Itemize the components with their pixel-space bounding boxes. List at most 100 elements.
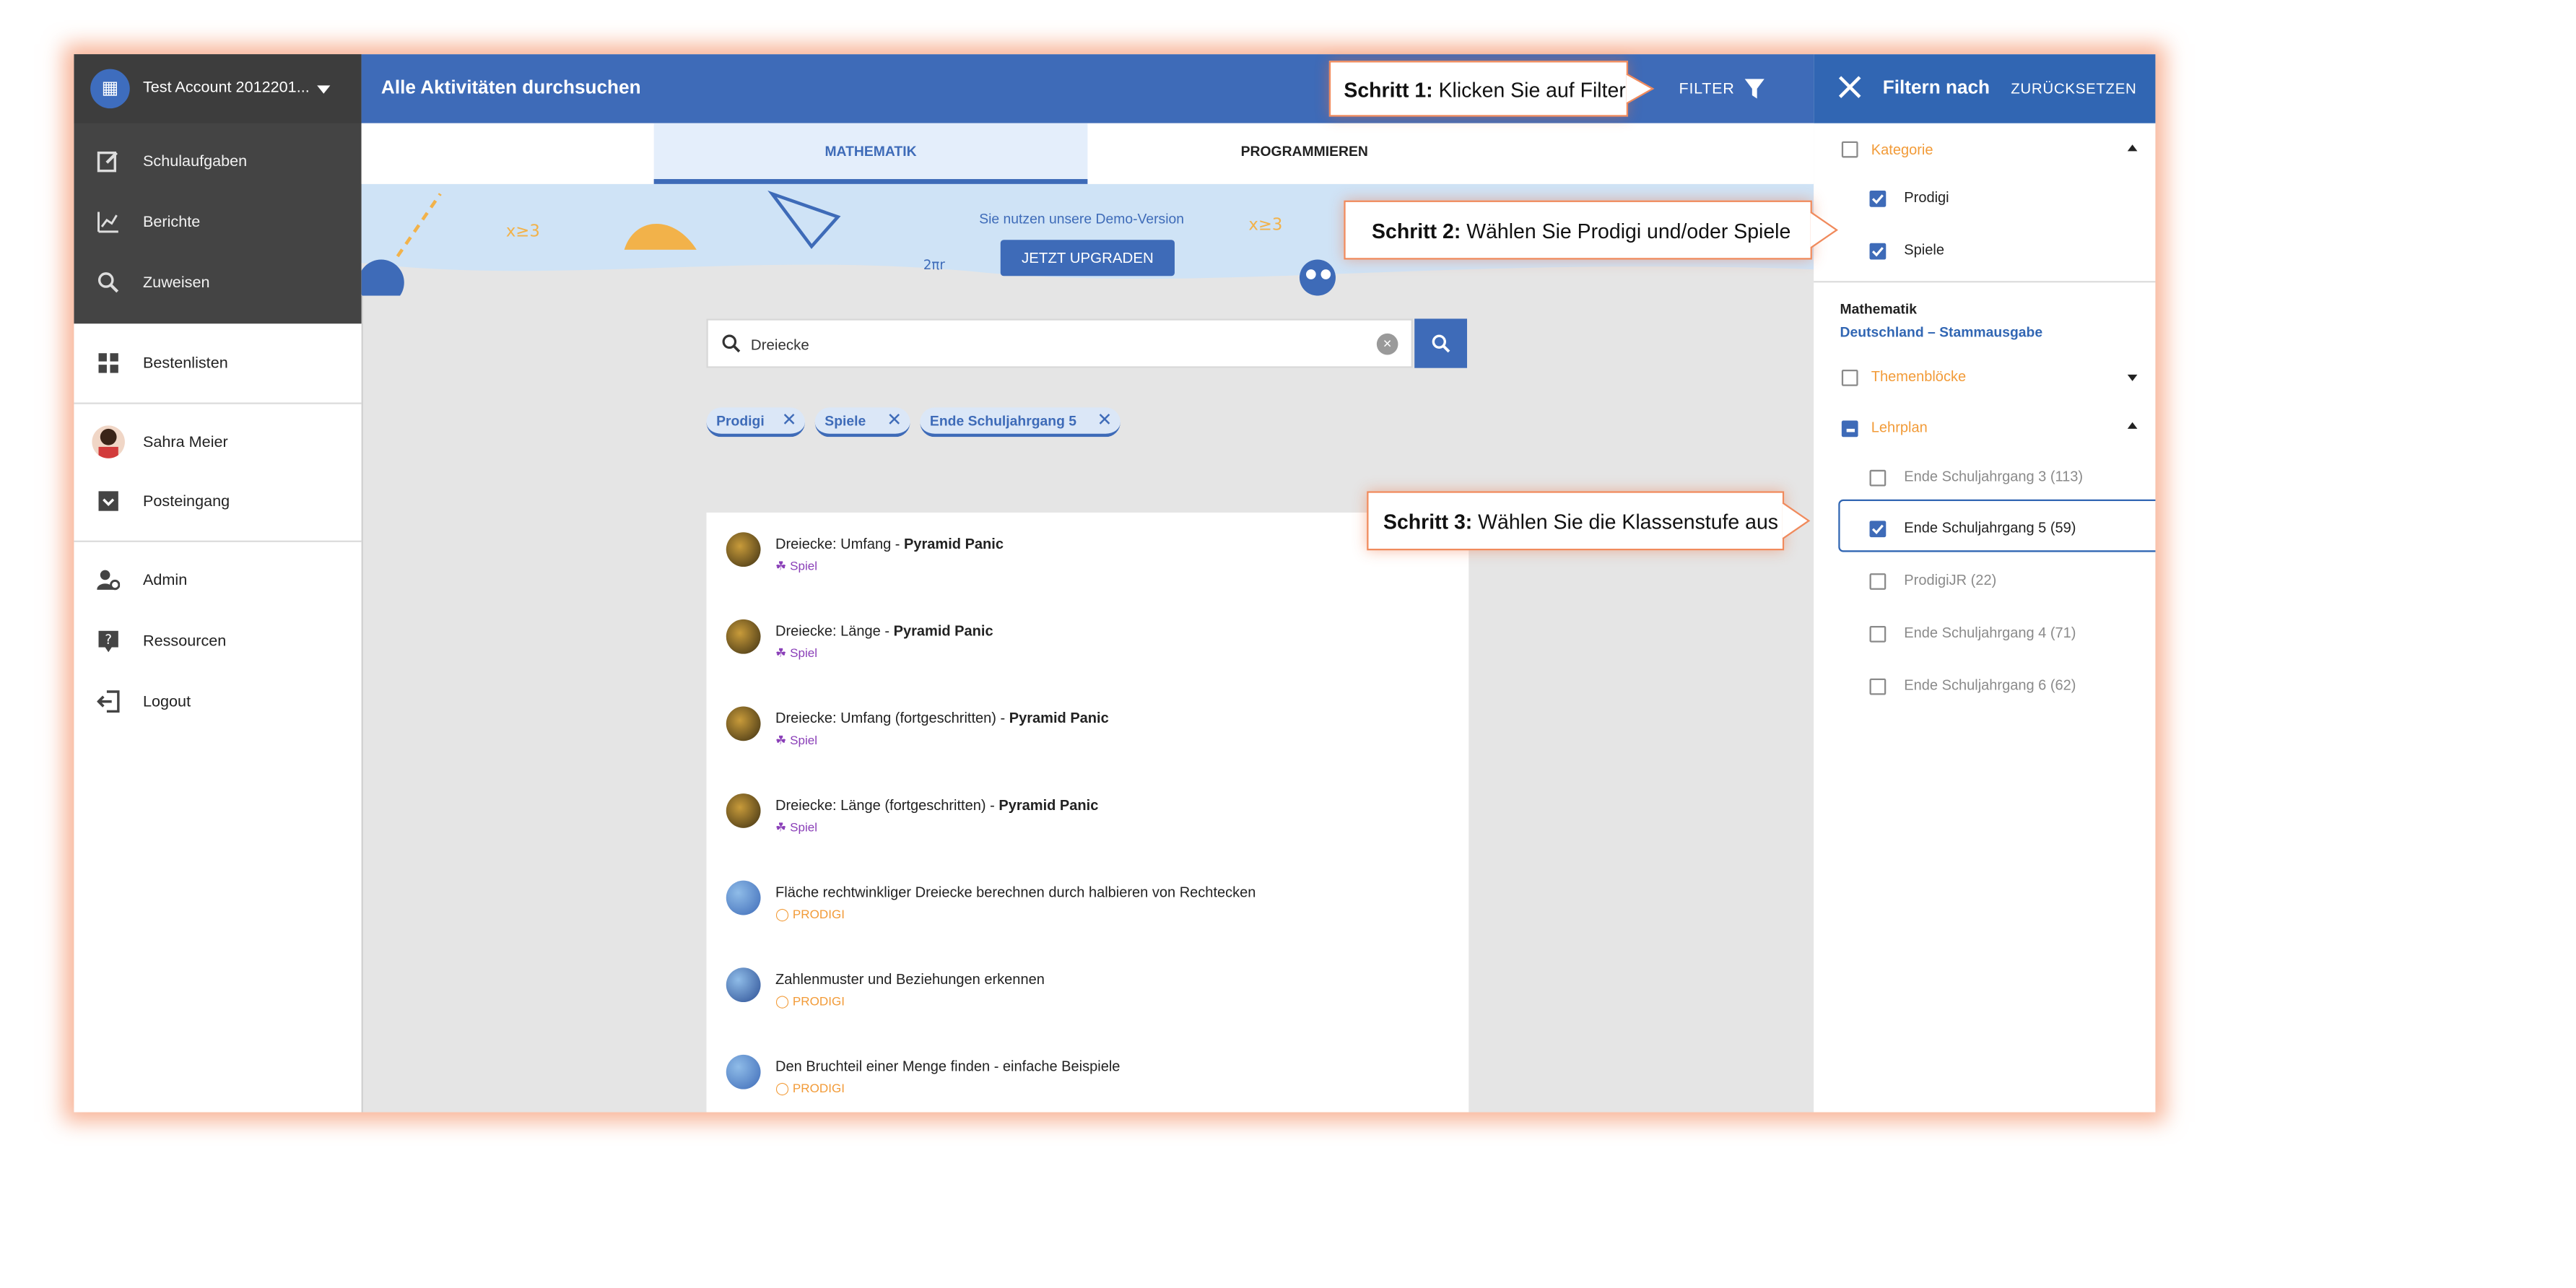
game-thumbnail (726, 532, 761, 567)
spiele-label: Spiele (1904, 241, 1944, 258)
chevron-up-icon[interactable] (2127, 422, 2138, 429)
sidebar-item-berichte[interactable]: Berichte (74, 192, 361, 251)
sidebar-item-label: Admin (142, 571, 188, 590)
lehrplan-option-checkbox[interactable] (1869, 521, 1887, 538)
prodigi-checkbox[interactable] (1869, 190, 1887, 207)
lehrplan-option-checkbox[interactable] (1869, 678, 1887, 695)
result-title: Dreiecke: Umfang (fortgeschritten) - Pyr… (775, 710, 1109, 726)
filter-button[interactable]: FILTER (1679, 80, 1735, 98)
chip-label: Ende Schuljahrgang 5 (929, 412, 1077, 429)
callout-pointer-1 (1626, 73, 1655, 105)
tab-programmieren[interactable]: PROGRAMMIEREN (1087, 123, 1521, 184)
result-tag: ◯ PRODIGI (775, 1081, 845, 1096)
reset-button[interactable]: ZURÜCKSETZEN (2011, 80, 2136, 97)
filter-panel-title: Filtern nach (1882, 79, 1990, 99)
result-item[interactable]: Dreiecke: Länge - Pyramid Panic ☘ Spiel (706, 600, 1468, 687)
prodigi-label: Prodigi (1904, 188, 1949, 206)
chip-label: Spiele (824, 412, 866, 429)
lehrplan-label: Lehrplan (1871, 419, 1928, 436)
spiele-checkbox[interactable] (1869, 243, 1887, 260)
lehrplan-option-checkbox[interactable] (1869, 469, 1887, 487)
grid-icon (98, 353, 118, 373)
callout-pointer-3 (1782, 502, 1811, 540)
clear-icon[interactable]: × (1376, 333, 1398, 355)
result-item[interactable]: Dreiecke: Länge (fortgeschritten) - Pyra… (706, 774, 1468, 861)
kategorie-checkbox[interactable] (1841, 141, 1858, 158)
themenbloecke-checkbox[interactable] (1841, 369, 1858, 386)
sidebar-item-label: Logout (142, 693, 191, 712)
chevron-up-icon[interactable] (2127, 144, 2138, 152)
prodigi-thumbnail (726, 880, 761, 915)
edition-link[interactable]: Deutschland – Stammausgabe (1840, 323, 2043, 340)
school-icon: ▦ (90, 69, 130, 109)
account-name: Test Account 2012201... (142, 79, 310, 97)
filter-chip[interactable]: Prodigi ✕ (706, 407, 805, 438)
sidebar-item-label: Bestenlisten (142, 354, 228, 373)
tab-mathematik[interactable]: MATHEMATIK (653, 123, 1088, 184)
sidebar-item-zuweisen[interactable]: Zuweisen (74, 253, 361, 312)
result-tag: ☘ Spiel (775, 819, 818, 835)
result-item[interactable]: Den Bruchteil einer Menge finden - einfa… (706, 1035, 1468, 1113)
search-button[interactable] (1414, 318, 1468, 368)
chevron-down-icon (317, 85, 331, 94)
admin-icon (97, 570, 121, 591)
game-thumbnail (726, 619, 761, 654)
lehrplan-checkbox[interactable] (1841, 420, 1858, 438)
sidebar-item-schulaufgaben[interactable]: Schulaufgaben (74, 131, 361, 191)
sidebar-item-ressourcen[interactable]: ? Ressourcen (74, 611, 361, 670)
sidebar-item-admin[interactable]: Admin (74, 550, 361, 609)
result-title: Dreiecke: Länge - Pyramid Panic (775, 622, 993, 640)
sidebar-item-posteingang[interactable]: Posteingang (74, 471, 361, 531)
result-item[interactable]: Dreiecke: Umfang (fortgeschritten) - Pyr… (706, 687, 1468, 774)
sidebar-item-label: Posteingang (142, 492, 230, 511)
filter-chip[interactable]: Ende Schuljahrgang 5 ✕ (920, 407, 1121, 438)
close-icon[interactable]: ✕ (1097, 407, 1113, 433)
logout-icon (97, 690, 120, 713)
subject-tabs: MATHEMATIK PROGRAMMIEREN (361, 123, 1814, 184)
lehrplan-option-label: Ende Schuljahrgang 5 (59) (1904, 519, 2076, 536)
subject-name: Mathematik (1840, 300, 1917, 318)
result-tag: ◯ PRODIGI (775, 907, 845, 922)
callout-step-2: Schritt 2: Wählen Sie Prodigi und/oder S… (1344, 200, 1812, 260)
close-icon[interactable]: ✕ (782, 407, 797, 433)
result-tag: ☘ Spiel (775, 558, 818, 574)
avatar (92, 425, 125, 458)
result-title: Zahlenmuster und Beziehungen erkennen (775, 970, 1045, 988)
divider (74, 540, 362, 542)
result-item[interactable]: Dreiecke: Umfang - Pyramid Panic ☘ Spiel (706, 513, 1468, 600)
upgrade-button[interactable]: JETZT UPGRADEN (1000, 240, 1175, 277)
tutorial-canvas: ▦ Test Account 2012201... Schulaufgaben … (0, 0, 2576, 1288)
sidebar-item-logout[interactable]: Logout (74, 672, 361, 731)
result-item[interactable]: Fläche rechtwinkliger Dreiecke berechnen… (706, 861, 1468, 948)
sidebar-item-label: Ressourcen (142, 632, 227, 651)
callout-pointer-2 (1810, 211, 1839, 249)
sidebar-item-label: Berichte (142, 213, 201, 232)
search-icon (1432, 334, 1450, 353)
game-thumbnail (726, 793, 761, 828)
inbox-icon (98, 491, 118, 511)
sidebar-item-label: Schulaufgaben (142, 152, 248, 171)
filter-icon[interactable] (1744, 79, 1765, 99)
lehrplan-option-checkbox[interactable] (1869, 573, 1887, 590)
svg-text:x≥3: x≥3 (1248, 216, 1282, 235)
result-item[interactable]: Zahlenmuster und Beziehungen erkennen ◯ … (706, 948, 1468, 1035)
close-icon[interactable]: ✕ (887, 407, 902, 433)
sidebar-item-label: Zuweisen (142, 274, 210, 293)
search-icon (97, 272, 119, 293)
filter-chip[interactable]: Spiele ✕ (814, 407, 910, 438)
chart-icon (97, 212, 118, 233)
chevron-down-icon[interactable] (2127, 374, 2138, 381)
sidebar: ▦ Test Account 2012201... Schulaufgaben … (74, 54, 363, 1113)
check-icon (1871, 524, 1884, 535)
close-icon[interactable] (1837, 74, 1863, 100)
result-tag: ☘ Spiel (775, 645, 818, 661)
search-input[interactable]: Dreiecke × (706, 318, 1413, 368)
sidebar-item-label: Sahra Meier (142, 433, 228, 452)
sidebar-item-bestenlisten[interactable]: Bestenlisten (74, 334, 361, 393)
result-title: Fläche rechtwinkliger Dreiecke berechnen… (775, 884, 1256, 900)
kategorie-label: Kategorie (1871, 141, 1933, 158)
lehrplan-option-label: Ende Schuljahrgang 6 (62) (1904, 676, 2076, 694)
result-title: Dreiecke: Länge (fortgeschritten) - Pyra… (775, 796, 1099, 814)
account-switcher[interactable]: ▦ Test Account 2012201... (74, 54, 362, 123)
lehrplan-option-checkbox[interactable] (1869, 625, 1887, 643)
